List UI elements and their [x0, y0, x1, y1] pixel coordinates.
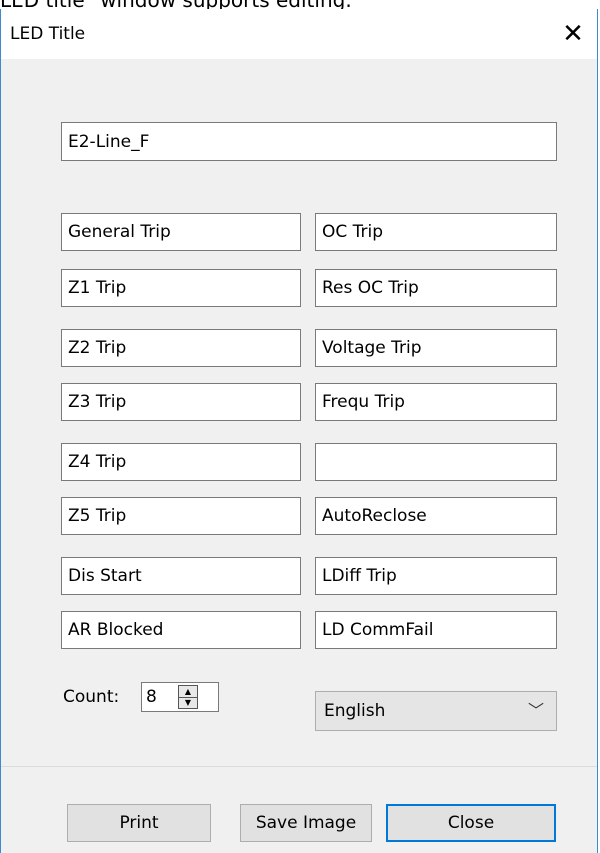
- led-right-7[interactable]: LDiff Trip: [315, 557, 557, 595]
- language-selected: English: [324, 701, 386, 721]
- led-left-7[interactable]: Dis Start: [61, 557, 301, 595]
- led-right-8[interactable]: LD CommFail: [315, 611, 557, 649]
- led-right-4[interactable]: Frequ Trip: [315, 383, 557, 421]
- spin-buttons: ▲ ▼: [178, 685, 198, 709]
- chevron-down-icon: ﹀: [527, 701, 544, 720]
- led-right-1[interactable]: OC Trip: [315, 213, 557, 251]
- count-value[interactable]: 8: [146, 683, 157, 711]
- led-right-5[interactable]: [315, 443, 557, 481]
- window-title: LED Title: [10, 24, 86, 44]
- count-spinner[interactable]: 8 ▲ ▼: [141, 682, 219, 712]
- close-icon[interactable]: ✕: [551, 15, 595, 53]
- led-left-1[interactable]: General Trip: [61, 213, 301, 251]
- led-left-8[interactable]: AR Blocked: [61, 611, 301, 649]
- led-left-2[interactable]: Z1 Trip: [61, 269, 301, 307]
- count-label: Count:: [63, 687, 120, 707]
- save-image-button[interactable]: Save Image: [240, 804, 372, 842]
- title-bar: LED Title ✕: [1, 9, 597, 59]
- footer-divider: [1, 766, 597, 767]
- spin-down-icon[interactable]: ▼: [179, 697, 197, 708]
- led-left-5[interactable]: Z4 Trip: [61, 443, 301, 481]
- print-button[interactable]: Print: [67, 804, 211, 842]
- led-title-dialog: LED Title ✕ E2-Line_F General Trip Z1 Tr…: [0, 9, 598, 853]
- close-button[interactable]: Close: [386, 804, 556, 842]
- led-left-6[interactable]: Z5 Trip: [61, 497, 301, 535]
- led-right-6[interactable]: AutoReclose: [315, 497, 557, 535]
- led-right-2[interactable]: Res OC Trip: [315, 269, 557, 307]
- led-left-4[interactable]: Z3 Trip: [61, 383, 301, 421]
- caption-text: LED title" window supports editing.: [0, 0, 600, 9]
- led-left-3[interactable]: Z2 Trip: [61, 329, 301, 367]
- language-dropdown[interactable]: English ﹀: [315, 691, 557, 731]
- line-name-input[interactable]: E2-Line_F: [61, 122, 557, 161]
- led-right-3[interactable]: Voltage Trip: [315, 329, 557, 367]
